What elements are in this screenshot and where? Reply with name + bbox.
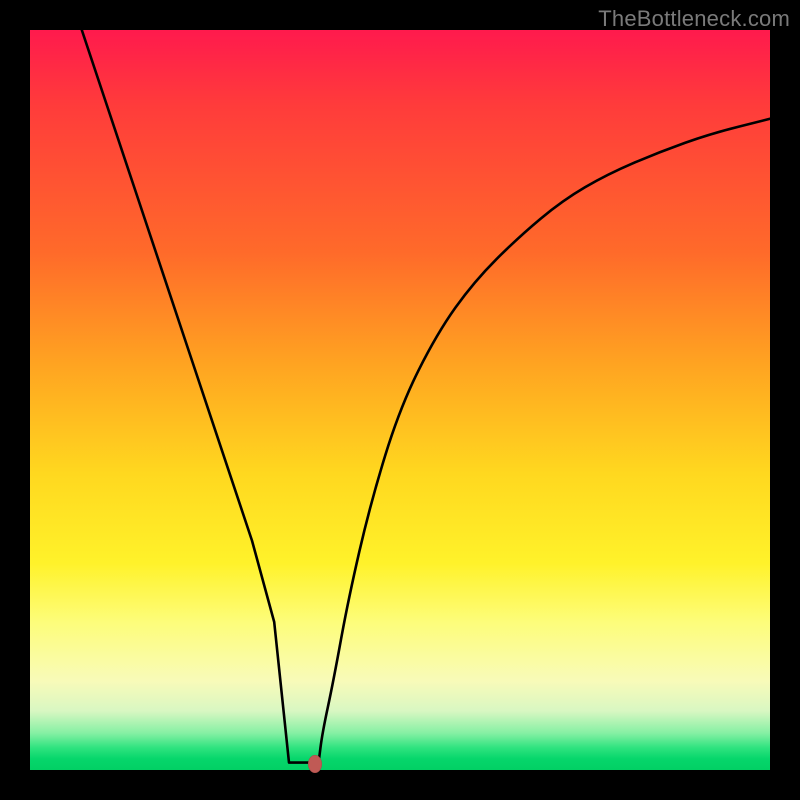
watermark-text: TheBottleneck.com: [598, 6, 790, 32]
minimum-marker: [308, 755, 322, 773]
plot-area: [30, 30, 770, 770]
bottleneck-curve: [30, 30, 770, 770]
chart-frame: TheBottleneck.com: [0, 0, 800, 800]
